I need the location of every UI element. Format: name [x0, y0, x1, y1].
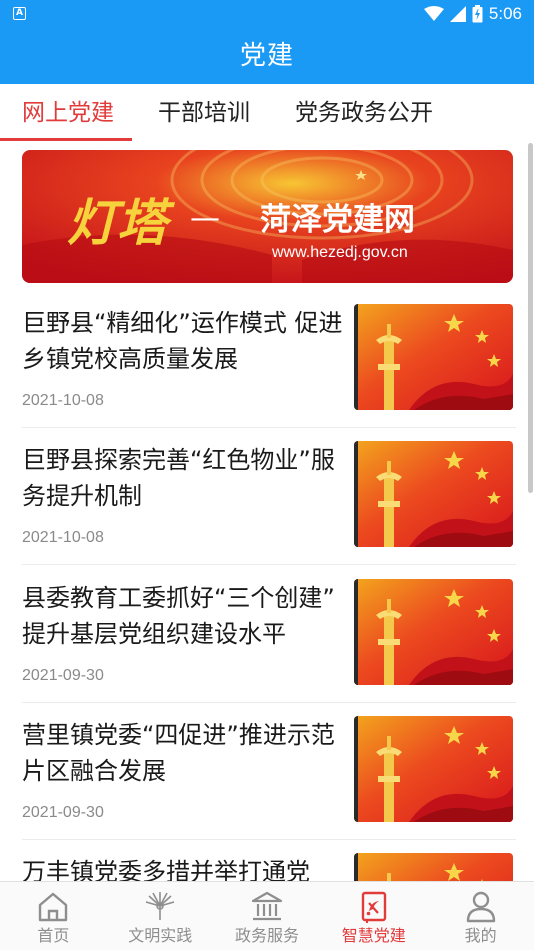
tab-affairs-disclosure[interactable]: 党务政务公开 [295, 98, 433, 128]
news-thumbnail [354, 441, 513, 547]
cellular-signal-icon [449, 6, 466, 22]
banner-image[interactable]: 灯塔 — 菏泽党建网 www.hezedj.gov.cn [22, 150, 513, 283]
user-icon [466, 891, 495, 923]
news-date: 2021-09-30 [22, 804, 104, 821]
nav-profile[interactable]: 我的 [427, 882, 534, 950]
news-date: 2021-10-08 [22, 392, 104, 409]
active-tab-indicator [0, 138, 132, 141]
status-icons: 5:06 [423, 3, 522, 25]
tab-online-party-building[interactable]: 网上党建 [22, 98, 114, 128]
status-bar: A 5:06 [0, 0, 534, 28]
news-date: 2021-10-08 [22, 529, 104, 546]
bottom-navigation: 首页 文明实践 政务服务 智慧党建 我的 [0, 881, 534, 950]
news-thumbnail [354, 716, 513, 822]
government-building-icon [251, 891, 283, 921]
list-item[interactable]: 县委教育工委抓好“三个创建” 提升基层党组织建设水平 2021-09-30 [22, 566, 516, 703]
news-title: 巨野县探索完善“红色物业”服务提升机制 [22, 446, 335, 510]
news-title: 县委教育工委抓好“三个创建” 提升基层党组织建设水平 [22, 584, 335, 648]
app-notification-icon: A [13, 7, 26, 20]
banner-dash: — [190, 201, 220, 236]
party-emblem-book-icon [361, 891, 386, 923]
banner-site-name: 菏泽党建网 [260, 202, 415, 238]
news-title: 营里镇党委“四促进”推进示范片区融合发展 [22, 721, 335, 785]
category-tabs: 网上党建 干部培训 党务政务公开 [0, 84, 534, 142]
news-date: 2021-09-30 [22, 667, 104, 684]
nav-home[interactable]: 首页 [0, 882, 107, 950]
nav-profile-label: 我的 [464, 926, 497, 945]
list-item[interactable]: 巨野县“精细化”运作模式 促进乡镇党校高质量发展 2021-10-08 [22, 291, 516, 428]
banner-calligraphy: 灯塔 [67, 193, 176, 252]
banner-url: www.hezedj.gov.cn [271, 244, 408, 261]
app-bar: A 5:06 党建 [0, 0, 534, 84]
news-title: 巨野县“精细化”运作模式 促进乡镇党校高质量发展 [22, 309, 343, 373]
nav-government-services[interactable]: 政务服务 [214, 882, 321, 950]
list-item[interactable]: 营里镇党委“四促进”推进示范片区融合发展 2021-09-30 [22, 703, 516, 840]
nav-government-services-label: 政务服务 [234, 926, 299, 945]
clock: 5:06 [488, 4, 522, 23]
battery-icon [472, 5, 483, 23]
nav-civilization-practice[interactable]: 文明实践 [107, 882, 214, 950]
nav-civilization-practice-label: 文明实践 [128, 926, 193, 945]
nav-smart-party-building-label: 智慧党建 [341, 926, 406, 945]
banner-graphic: 灯塔 — 菏泽党建网 www.hezedj.gov.cn [22, 150, 513, 283]
nav-smart-party-building[interactable]: 智慧党建 [320, 882, 427, 950]
scrollbar[interactable] [528, 143, 533, 493]
wifi-icon [423, 6, 444, 21]
list-item[interactable]: 巨野县探索完善“红色物业”服务提升机制 2021-10-08 [22, 428, 516, 565]
tab-cadre-training[interactable]: 干部培训 [158, 98, 250, 128]
nav-home-label: 首页 [37, 926, 70, 945]
page-title: 党建 [239, 41, 294, 71]
news-thumbnail [354, 579, 513, 685]
peacock-icon [145, 892, 175, 920]
news-thumbnail [354, 304, 513, 410]
home-icon [39, 892, 68, 922]
